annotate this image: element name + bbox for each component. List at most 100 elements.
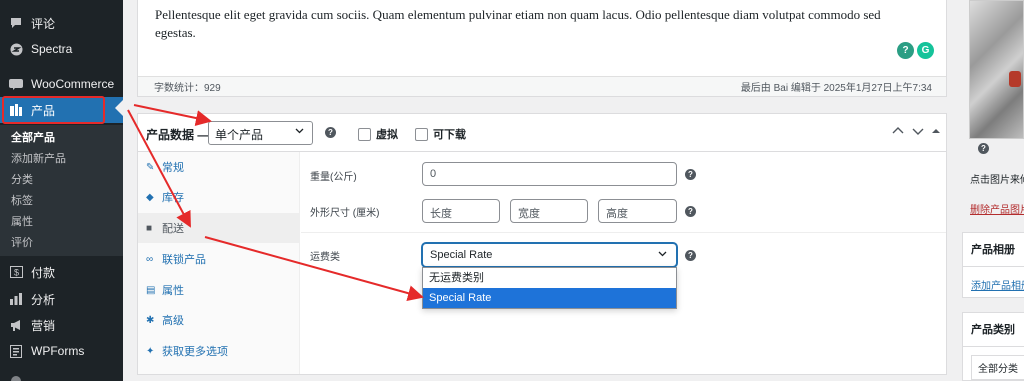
products-submenu: 全部产品 添加新产品 分类 标签 属性 评价	[0, 125, 123, 256]
product-type-value: 单个产品	[215, 128, 264, 142]
help-icon[interactable]: ?	[685, 250, 696, 261]
submenu-add-new-product[interactable]: 添加新产品	[0, 149, 123, 170]
downloadable-label: 可下载	[433, 129, 466, 141]
sidebar-item-marketing[interactable]: 营销	[0, 312, 123, 338]
comment-icon	[9, 16, 23, 30]
move-down-icon[interactable]	[912, 126, 924, 139]
categories-title: 产品类别	[971, 324, 1015, 336]
product-categories-box: 产品类别 全部分类	[962, 312, 1024, 381]
sidebar-item-label: Spectra	[31, 42, 73, 56]
tab-get-more-options[interactable]: ✦ 获取更多选项	[138, 336, 300, 366]
tab-attributes[interactable]: ▤ 属性	[138, 275, 300, 305]
sidebar-item-label: WPForms	[31, 344, 85, 358]
wpforms-icon	[9, 344, 23, 358]
help-icon[interactable]: ?	[685, 169, 696, 180]
sidebar-item-woocommerce[interactable]: WooCommerce	[0, 71, 123, 97]
product-data-panel: 产品数据 — 单个产品 ? 虚拟 可下载 ✎ 常规 ◆ 库存 ■ 配送 ∞ 联锁…	[137, 113, 947, 375]
tab-label: 高级	[162, 315, 184, 327]
sidebar-item-payments[interactable]: $ 付款	[0, 259, 123, 285]
product-data-tabs: ✎ 常规 ◆ 库存 ■ 配送 ∞ 联锁产品 ▤ 属性 ✱ 高级 ✦ 获取更多选项	[138, 152, 300, 374]
tab-linked-products[interactable]: ∞ 联锁产品	[138, 244, 300, 274]
option-special-rate[interactable]: Special Rate	[423, 288, 676, 308]
lightbulb-icon[interactable]: ?	[897, 42, 914, 59]
wrench-icon: ✎	[146, 161, 155, 173]
option-no-shipping-class[interactable]: 无运费类别	[423, 268, 676, 288]
product-image-detail	[1009, 71, 1021, 87]
submenu-categories[interactable]: 分类	[0, 170, 123, 191]
help-icon[interactable]: ?	[978, 143, 989, 154]
product-type-select[interactable]: 单个产品	[208, 121, 313, 145]
submenu-attributes[interactable]: 属性	[0, 212, 123, 233]
collapse-toggle-icon[interactable]	[932, 126, 940, 139]
tab-label: 获取更多选项	[162, 346, 228, 358]
width-input[interactable]: 宽度	[510, 199, 588, 223]
move-up-icon[interactable]	[892, 126, 904, 139]
truck-icon: ■	[146, 222, 153, 234]
sidebar-item-label: 付款	[31, 265, 56, 280]
appearance-icon	[9, 374, 23, 381]
payments-icon: $	[9, 265, 23, 279]
tab-label: 属性	[162, 285, 184, 297]
editor-status-bar: 字数统计：929 最后由 Bai 编辑于 2025年1月27日上午7:34	[138, 76, 946, 96]
chevron-down-icon	[657, 248, 668, 262]
tab-shipping[interactable]: ■ 配送	[138, 213, 300, 243]
submenu-all-products[interactable]: 全部产品	[0, 128, 123, 149]
admin-sidebar: 评论 Spectra WooCommerce 产品 全部产品 添加新产品 分类 …	[0, 0, 123, 381]
grammarly-widget[interactable]: ? G	[897, 42, 934, 59]
sidebar-item-label: 营销	[31, 318, 56, 333]
sidebar-item-wpforms[interactable]: WPForms	[0, 338, 123, 364]
virtual-label: 虚拟	[376, 129, 398, 141]
submenu-tags[interactable]: 标签	[0, 191, 123, 212]
last-edited: 最后由 Bai 编辑于 2025年1月27日上午7:34	[740, 83, 932, 94]
gallery-title: 产品相册	[971, 244, 1015, 256]
shipping-class-dropdown: 无运费类别 Special Rate	[422, 267, 677, 309]
editor-content[interactable]: Pellentesque elit eget gravida cum socii…	[155, 6, 915, 42]
tab-general[interactable]: ✎ 常规	[138, 152, 300, 182]
dimensions-label: 外形尺寸 (厘米)	[310, 208, 380, 219]
tab-advanced[interactable]: ✱ 高级	[138, 305, 300, 335]
tab-label: 常规	[162, 162, 184, 174]
sidebar-item-comments[interactable]: 评论	[0, 10, 123, 36]
remove-image-link[interactable]: 删除产品图片	[970, 201, 1024, 216]
product-gallery-box: 产品相册 添加产品相册图片	[962, 232, 1024, 298]
svg-text:$: $	[13, 268, 18, 278]
help-icon[interactable]: ?	[685, 206, 696, 217]
length-input[interactable]: 长度	[422, 199, 500, 223]
marketing-icon	[9, 318, 23, 332]
tab-label: 配送	[162, 223, 184, 235]
content-editor[interactable]: Pellentesque elit eget gravida cum socii…	[137, 0, 947, 97]
downloadable-checkbox[interactable]: 可下载	[415, 126, 466, 142]
sidebar-item-label: 评论	[31, 16, 56, 31]
help-icon[interactable]: ?	[325, 127, 336, 138]
tab-label: 联锁产品	[162, 254, 206, 266]
tab-all-categories[interactable]: 全部分类	[971, 355, 1024, 380]
shipping-class-select[interactable]: Special Rate	[422, 243, 677, 267]
product-image-thumbnail[interactable]	[969, 0, 1024, 139]
shipping-class-label: 运费类	[310, 252, 340, 263]
grammarly-icon[interactable]: G	[917, 42, 934, 59]
panel-controls	[892, 126, 940, 139]
add-gallery-link[interactable]: 添加产品相册图片	[971, 281, 1024, 292]
weight-label: 重量(公斤)	[310, 172, 357, 183]
checkbox-box[interactable]	[358, 127, 371, 141]
analytics-icon	[9, 292, 23, 306]
shipping-class-value: Special Rate	[430, 249, 493, 261]
plugin-icon: ✦	[146, 345, 155, 357]
divider	[301, 232, 946, 233]
annotation-highlight-box	[2, 96, 105, 124]
checkbox-box[interactable]	[415, 127, 428, 141]
active-menu-notch	[115, 100, 123, 116]
table-icon: ▤	[146, 284, 156, 296]
spectra-icon	[9, 42, 23, 56]
weight-input[interactable]: 0	[422, 162, 677, 186]
submenu-reviews[interactable]: 评价	[0, 233, 123, 254]
virtual-checkbox[interactable]: 虚拟	[358, 126, 398, 142]
sidebar-item-label: 分析	[31, 292, 56, 307]
sidebar-item-analytics[interactable]: 分析	[0, 286, 123, 312]
sidebar-item-partial[interactable]	[0, 368, 123, 381]
product-data-header: 产品数据 — 单个产品 ? 虚拟 可下载	[138, 114, 946, 152]
woocommerce-icon	[9, 77, 23, 91]
height-input[interactable]: 高度	[598, 199, 677, 223]
tab-inventory[interactable]: ◆ 库存	[138, 182, 300, 212]
sidebar-item-spectra[interactable]: Spectra	[0, 36, 123, 62]
